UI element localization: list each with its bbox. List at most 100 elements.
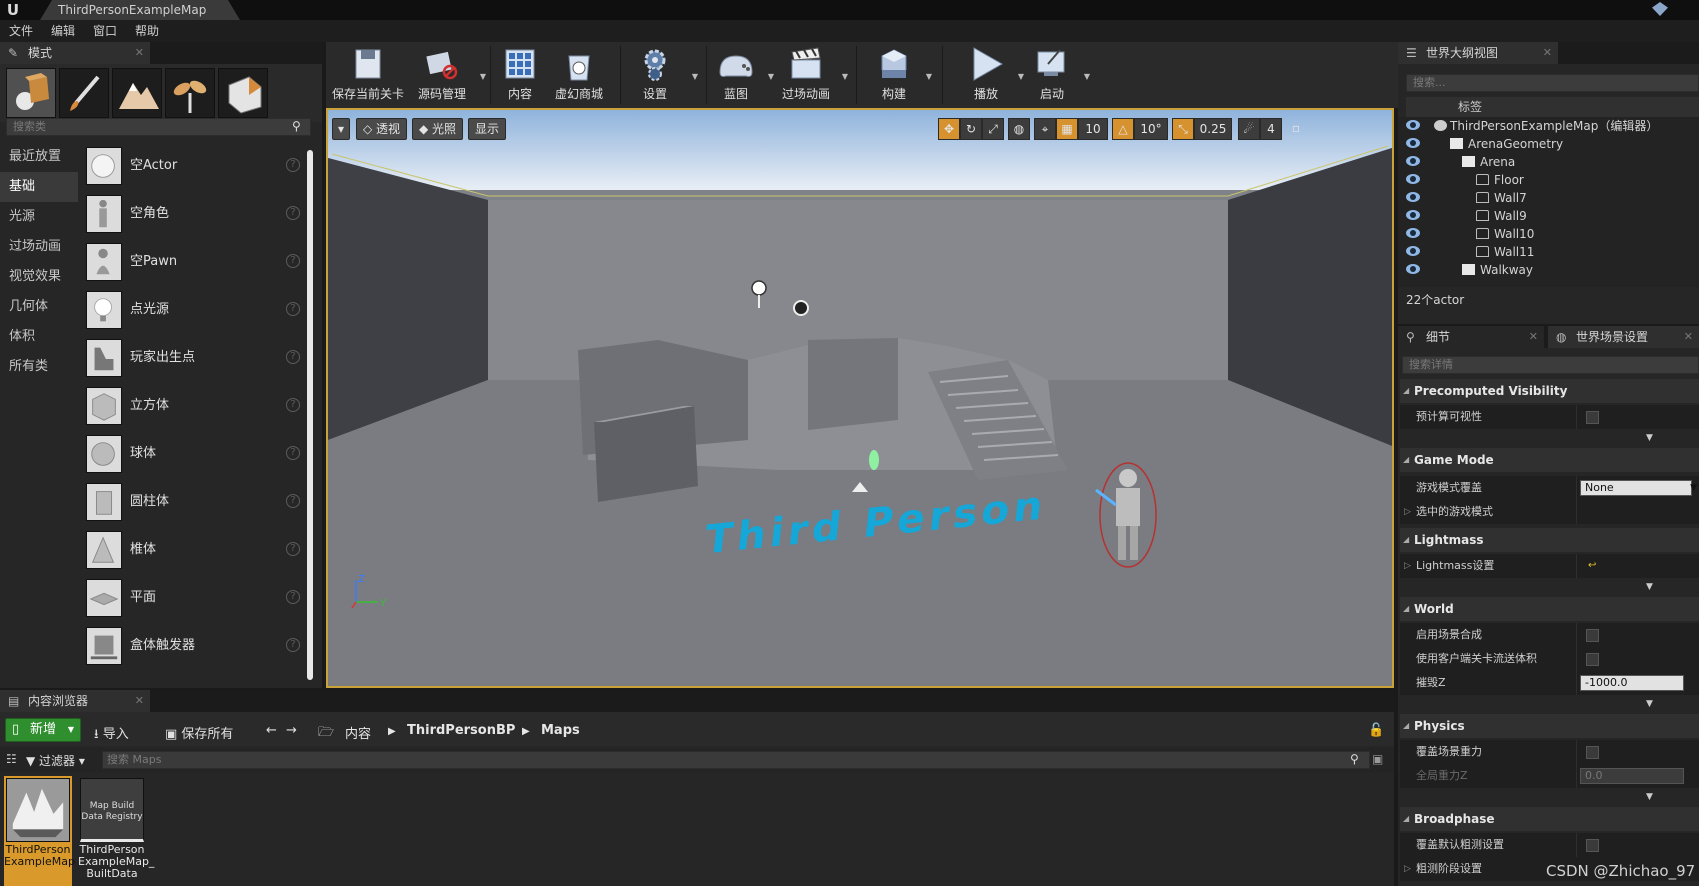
show-button[interactable]: 显示	[468, 118, 507, 140]
help-icon[interactable]: ?	[286, 158, 300, 172]
advanced-expand-icon[interactable]: ▼	[1646, 699, 1653, 709]
tree-row[interactable]: Walkway	[1398, 261, 1699, 279]
scale-snap-value[interactable]: 0.25	[1194, 118, 1232, 140]
section-game-mode[interactable]: Game Mode	[1400, 448, 1699, 472]
section-physics[interactable]: Physics	[1400, 714, 1699, 738]
visibility-eye-icon[interactable]	[1406, 210, 1420, 220]
tree-row[interactable]: Wall10	[1398, 225, 1699, 243]
dropdown-arrow-icon[interactable]: ▼	[1018, 72, 1024, 81]
asset-tile[interactable]: ThirdPerson ExampleMap	[4, 776, 75, 886]
source-control-button[interactable]: 源码管理 ▼	[412, 46, 486, 104]
tree-row[interactable]: Wall7	[1398, 189, 1699, 207]
help-icon[interactable]: ?	[286, 446, 300, 460]
list-item[interactable]: 空Pawn ?	[80, 238, 306, 286]
outliner-search-input[interactable]: 搜索...	[1406, 74, 1699, 92]
camera-speed-value[interactable]: 4	[1260, 118, 1282, 140]
tree-row[interactable]: ThirdPersonExampleMap（编辑器）	[1398, 117, 1699, 135]
visibility-eye-icon[interactable]	[1406, 264, 1420, 274]
advanced-expand-icon[interactable]: ▼	[1646, 792, 1653, 802]
category-cinematic[interactable]: 过场动画	[0, 232, 78, 262]
details-tab[interactable]: ⚲ 细节 ✕	[1398, 326, 1544, 348]
history-back-icon[interactable]: ←	[266, 723, 277, 738]
breadcrumb-thirdpersonbp[interactable]: ThirdPersonBP	[407, 723, 515, 738]
category-lights[interactable]: 光源	[0, 202, 78, 232]
save-current-level-button[interactable]: 保存当前关卡	[330, 46, 406, 104]
world-settings-tab[interactable]: ◍ 世界场景设置 ✕	[1548, 326, 1699, 348]
landscape-mode-icon[interactable]	[112, 68, 162, 118]
close-icon[interactable]: ✕	[1529, 326, 1538, 348]
list-item[interactable]: 球体 ?	[80, 430, 306, 478]
list-item[interactable]: 盒体触发器 ?	[80, 622, 306, 670]
folder-icon[interactable]: 🗁	[318, 723, 334, 745]
tree-row[interactable]: ArenaGeometry	[1398, 135, 1699, 153]
grid-snap-value[interactable]: 10	[1078, 118, 1108, 140]
scale-snap-icon[interactable]: ⤡	[1172, 118, 1194, 140]
perspective-button[interactable]: ◇ 透视	[356, 118, 408, 140]
breadcrumb-separator-icon[interactable]: ▶	[522, 726, 530, 737]
viewport-scene[interactable]: Z Y	[328, 110, 1392, 686]
sources-panel-toggle-icon[interactable]: ☷	[6, 752, 17, 766]
help-icon[interactable]: ?	[286, 494, 300, 508]
visibility-eye-icon[interactable]	[1406, 228, 1420, 238]
grid-snap-icon[interactable]: ▦	[1056, 118, 1078, 140]
foliage-mode-icon[interactable]	[165, 68, 215, 118]
rotate-tool-icon[interactable]: ↻	[960, 118, 982, 140]
maximize-viewport-icon[interactable]: ▫	[1286, 118, 1306, 140]
filters-button[interactable]: ▼ 过滤器 ▾	[26, 752, 85, 769]
reset-to-default-icon[interactable]: ↩	[1588, 554, 1596, 578]
menu-help[interactable]: 帮助	[126, 20, 168, 42]
kill-z-input[interactable]: -1000.0	[1580, 675, 1684, 691]
dropdown-arrow-icon[interactable]: ▼	[480, 72, 486, 81]
paint-mode-icon[interactable]	[59, 68, 109, 118]
rotation-snap-value[interactable]: 10°	[1134, 118, 1168, 140]
list-item[interactable]: 空Actor ?	[80, 142, 306, 190]
tree-row[interactable]: Wall9	[1398, 207, 1699, 225]
section-precomputed-visibility[interactable]: Precomputed Visibility	[1400, 379, 1699, 403]
marketplace-button[interactable]: 虚幻商城	[550, 46, 608, 104]
build-button[interactable]: 构建 ▼	[870, 46, 932, 104]
launch-button[interactable]: 启动 ▼	[1028, 46, 1090, 104]
search-icon[interactable]: ⚲	[1350, 752, 1359, 766]
category-basic[interactable]: 基础	[0, 172, 78, 202]
settings-button[interactable]: 设置 ▼	[626, 46, 698, 104]
modes-scrollbar[interactable]	[307, 150, 313, 680]
chevron-down-icon[interactable]: ▼	[1690, 476, 1697, 500]
dropdown-arrow-icon[interactable]: ▼	[842, 72, 848, 81]
breadcrumb-content[interactable]: 内容	[345, 723, 371, 742]
list-item[interactable]: 立方体 ?	[80, 382, 306, 430]
property-row[interactable]: ▷ 选中的游戏模式	[1400, 500, 1699, 524]
add-new-button[interactable]: ▯ 新增 ▼	[5, 718, 81, 742]
section-lightmass[interactable]: Lightmass	[1400, 528, 1699, 552]
property-checkbox[interactable]	[1586, 653, 1599, 666]
dropdown-arrow-icon[interactable]: ▼	[1084, 72, 1090, 81]
property-checkbox[interactable]	[1586, 746, 1599, 759]
breadcrumb-maps[interactable]: Maps	[541, 723, 580, 738]
blueprints-button[interactable]: 蓝图 ▼	[712, 46, 774, 104]
menu-window[interactable]: 窗口	[84, 20, 126, 42]
visibility-eye-icon[interactable]	[1406, 156, 1420, 166]
visibility-eye-icon[interactable]	[1406, 246, 1420, 256]
property-checkbox[interactable]	[1586, 411, 1599, 424]
list-item[interactable]: 点光源 ?	[80, 286, 306, 334]
list-item[interactable]: 空角色 ?	[80, 190, 306, 238]
category-all-classes[interactable]: 所有类	[0, 352, 78, 382]
category-geometry[interactable]: 几何体	[0, 292, 78, 322]
place-mode-icon[interactable]	[6, 68, 56, 118]
property-row[interactable]: ▷ Lightmass设置 ↩	[1400, 554, 1699, 578]
world-local-icon[interactable]: ◍	[1008, 118, 1030, 140]
details-search-input[interactable]: 搜索详情	[1402, 356, 1699, 374]
visibility-eye-icon[interactable]	[1406, 120, 1420, 130]
help-icon[interactable]: ?	[286, 590, 300, 604]
class-search-input[interactable]: 搜索类	[6, 118, 311, 136]
help-icon[interactable]: ?	[286, 638, 300, 652]
category-volumes[interactable]: 体积	[0, 322, 78, 352]
lit-button[interactable]: ◆ 光照	[412, 118, 464, 140]
menu-file[interactable]: 文件	[0, 20, 42, 42]
search-icon[interactable]: ⚲	[292, 119, 301, 133]
play-button[interactable]: 播放 ▼	[962, 46, 1024, 104]
surface-snap-icon[interactable]: ⌖	[1034, 118, 1056, 140]
viewport-options-button[interactable]: ▾	[332, 118, 350, 140]
dropdown-arrow-icon[interactable]: ▼	[926, 72, 932, 81]
close-icon[interactable]: ✕	[135, 42, 144, 64]
expand-arrow-icon[interactable]: ▷	[1404, 554, 1411, 578]
